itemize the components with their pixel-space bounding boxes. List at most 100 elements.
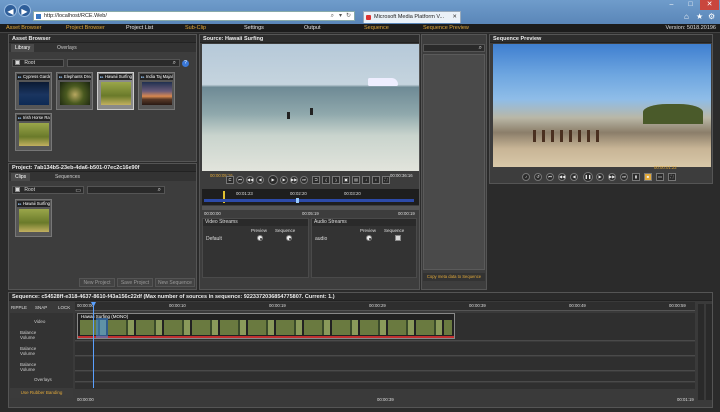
overlays-track[interactable] [75, 372, 695, 382]
source-scrubber[interactable]: 00:01:23 00:02:20 00:03:20 [202, 189, 419, 205]
menu-project-browser[interactable]: Project Browser [66, 25, 105, 31]
pause-icon[interactable]: ❚❚ [583, 172, 593, 182]
step-forward-icon[interactable]: ▶ [596, 173, 604, 181]
copy-metadata-button[interactable]: Copy meta data to Sequence [423, 273, 485, 281]
vertical-zoom-slider[interactable] [698, 304, 704, 400]
volume-icon[interactable]: ♪ [522, 173, 530, 181]
audio-sequence-checkbox[interactable] [395, 235, 401, 241]
gear-icon[interactable]: ⚙ [708, 12, 715, 21]
default-stream-label: Default [206, 236, 222, 242]
fullscreen-icon[interactable]: ⛶ [382, 176, 390, 184]
root-checkbox[interactable] [15, 60, 20, 66]
timeline-playhead[interactable] [93, 302, 94, 388]
mark-in-icon[interactable]: ⊏ [226, 176, 234, 184]
back-arrow-icon[interactable]: ◀ [4, 4, 17, 17]
asset-thumb-india[interactable]: India Taj Majal [138, 72, 175, 110]
save-project-button[interactable]: Save Project [117, 278, 153, 287]
menu-settings[interactable]: Settings [244, 25, 264, 31]
ripple-button[interactable]: RIPPLE [11, 305, 27, 310]
snap-button[interactable]: SNAP [35, 305, 47, 310]
menu-project-list[interactable]: Project List [126, 25, 153, 31]
add-marker-icon[interactable]: ↓ [362, 176, 370, 184]
search-icon[interactable]: ⌕ [158, 187, 161, 194]
favorites-icon[interactable]: ★ [696, 12, 703, 21]
tab-clips[interactable]: Clips [11, 173, 31, 181]
lock-button[interactable]: LOCK [58, 305, 70, 310]
help-icon[interactable]: ? [182, 60, 189, 67]
step-back-icon[interactable]: ◀ [570, 173, 578, 181]
root-checkbox[interactable] [15, 187, 20, 193]
audio-level-line[interactable] [78, 336, 454, 338]
audio-track-1[interactable] [75, 342, 695, 356]
settings-icon[interactable]: ▭ [656, 173, 664, 181]
new-project-button[interactable]: New Project [79, 278, 115, 287]
video-sequence-radio[interactable] [286, 235, 292, 241]
tab-overlays[interactable]: Overlays [53, 44, 81, 52]
step-back-icon[interactable]: ◀ [256, 176, 264, 184]
project-search-input[interactable]: ⌕ [87, 186, 165, 194]
close-window-icon[interactable]: ✕ [700, 0, 719, 10]
vertical-scroll[interactable] [706, 304, 712, 400]
search-icon[interactable]: ⌕ [331, 12, 334, 21]
menu-sequence[interactable]: Sequence [364, 25, 389, 31]
menu-sub-clip[interactable]: Sub-Clip [185, 25, 206, 31]
marker-icon[interactable]: ▮ [632, 173, 640, 181]
search-icon[interactable]: ⌕ [479, 45, 482, 52]
forward-arrow-icon[interactable]: ▶ [18, 4, 31, 17]
timeline-ruler[interactable]: 00:00:00 00:00:10 00:00:19 00:00:29 00:0… [75, 302, 695, 311]
search-icon[interactable]: ⌕ [173, 60, 176, 67]
source-zoom-bar[interactable] [202, 206, 419, 210]
clip-selection[interactable] [96, 318, 108, 338]
close-tab-icon[interactable]: ✕ [452, 12, 457, 23]
home-icon[interactable]: ⌂ [684, 12, 689, 21]
audio-track-2[interactable] [75, 357, 695, 371]
browser-tab[interactable]: Microsoft Media Platform V... ✕ [363, 11, 461, 23]
skip-forward-icon[interactable]: ⏭ [300, 176, 308, 184]
folder-icon[interactable]: ▭ [75, 187, 81, 194]
skip-back-icon[interactable]: ⏮ [546, 173, 554, 181]
minimize-icon[interactable]: – [662, 0, 681, 10]
asset-thumb-hawaii[interactable]: Hawaii Surfing [97, 72, 134, 110]
insert-icon[interactable]: ▣ [342, 176, 350, 184]
timeline-clip[interactable]: Hawaii Surfing (MONO) [77, 313, 455, 339]
source-video[interactable] [202, 44, 419, 171]
address-bar[interactable]: http://localhost/RCE.Web/ ⌕ ▾ ↻ [33, 11, 355, 21]
rewind-icon[interactable]: ◀◀ [246, 176, 254, 184]
mark-out-icon[interactable]: ⊐ [312, 176, 320, 184]
fast-forward-icon[interactable]: ▶▶ [608, 173, 616, 181]
audio-preview-radio[interactable] [366, 235, 372, 241]
maximize-icon[interactable]: □ [681, 0, 700, 10]
metadata-search-input[interactable]: ⌕ [423, 44, 485, 52]
project-clip-hawaii[interactable]: Hawaii Surfing [15, 199, 52, 237]
sequence-preview-video[interactable] [493, 44, 711, 167]
rewind-icon[interactable]: ◀◀ [558, 173, 566, 181]
highlight-icon[interactable]: ■ [644, 173, 652, 181]
new-sequence-button[interactable]: New Sequence [155, 278, 195, 287]
chevron-down-icon[interactable]: ▾ [339, 12, 342, 21]
video-preview-radio[interactable] [257, 235, 263, 241]
fast-forward-icon[interactable]: ▶▶ [290, 176, 298, 184]
asset-search-input[interactable]: ⌕ [67, 59, 180, 67]
in-point-icon[interactable]: { [322, 176, 330, 184]
refresh-icon[interactable]: ↻ [346, 12, 351, 21]
asset-thumb-irish[interactable]: Irish Horse Ra [15, 113, 52, 151]
menu-sequence-preview[interactable]: Sequence Preview [423, 25, 469, 31]
fullscreen-icon[interactable]: ⛶ [668, 173, 676, 181]
overwrite-icon[interactable]: ▤ [352, 176, 360, 184]
step-forward-icon[interactable]: ▶ [280, 176, 288, 184]
tab-sequences[interactable]: Sequences [51, 173, 84, 181]
info-icon[interactable]: i [372, 176, 380, 184]
timeline-scroll[interactable] [75, 383, 695, 389]
rubber-banding-button[interactable]: Use Rubber Banding [10, 388, 73, 398]
menu-output[interactable]: Output [304, 25, 321, 31]
out-point-icon[interactable]: } [332, 176, 340, 184]
menu-asset-browser[interactable]: Asset Browser [6, 25, 41, 31]
skip-forward-icon[interactable]: ⏭ [620, 173, 628, 181]
loop-icon[interactable]: ↺ [534, 173, 542, 181]
asset-thumb-elephants[interactable]: Elephants Drea [56, 72, 93, 110]
range-marker[interactable] [296, 198, 299, 203]
asset-thumb-cypress[interactable]: Cypress Garden [15, 72, 52, 110]
tab-library[interactable]: Library [11, 44, 35, 52]
skip-back-icon[interactable]: ⏮ [236, 176, 244, 184]
play-icon[interactable]: ▶ [268, 175, 278, 185]
